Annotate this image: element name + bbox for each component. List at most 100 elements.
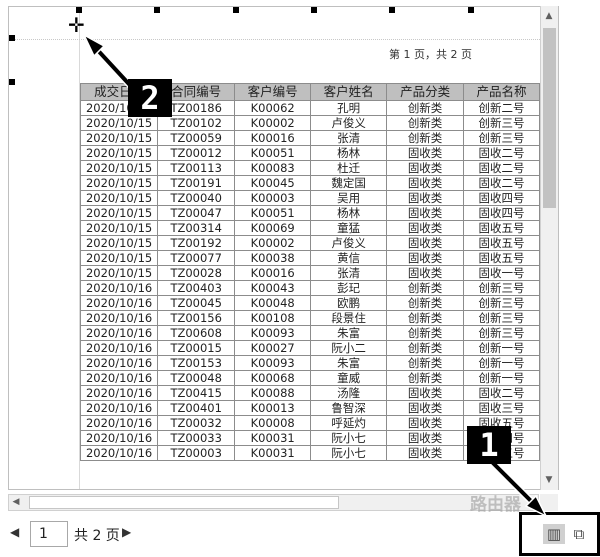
margin-handle[interactable] — [311, 7, 317, 13]
table-cell: 固收四号 — [463, 205, 540, 221]
margin-handle[interactable] — [468, 7, 474, 13]
table-cell: 2020/10/16 — [79, 355, 159, 371]
table-cell: 2020/10/15 — [79, 205, 159, 221]
table-cell: 创新一号 — [463, 355, 540, 371]
table-row: 2020/10/16 TZ00401 K00013 鲁智深 固收类 固收三号 — [79, 400, 540, 416]
table-cell: 2020/10/16 — [79, 415, 159, 431]
table-cell: K00083 — [234, 160, 312, 176]
horizontal-scrollbar[interactable]: ◀ — [8, 494, 539, 511]
table-row: 2020/10/15 TZ00040 K00003 吴用 固收类 固收四号 — [79, 190, 540, 206]
scroll-down-icon[interactable]: ▼ — [541, 472, 557, 488]
table-cell: 创新类 — [386, 130, 465, 146]
table-cell: 2020/10/16 — [79, 445, 159, 461]
table-cell: K00002 — [234, 235, 312, 251]
table-cell: 张清 — [310, 265, 388, 281]
table-cell: K00008 — [234, 415, 312, 431]
table-cell: 固收三号 — [463, 400, 540, 416]
table-cell: 童猛 — [310, 220, 388, 236]
table-cell: 2020/10/15 — [79, 115, 159, 131]
preview-table: 成交日期 合同编号 客户编号 客户姓名 产品分类 产品名称 2020/10/15 TZ001… — [79, 83, 540, 461]
table-cell: K00093 — [234, 325, 312, 341]
table-cell: 固收二号 — [463, 385, 540, 401]
vertical-scrollbar[interactable]: ▲ ▼ — [540, 6, 558, 490]
table-cell: 2020/10/15 — [79, 175, 159, 191]
table-cell: 段景住 — [310, 310, 388, 326]
table-cell: TZ00047 — [157, 205, 236, 221]
table-cell: 卢俊义 — [310, 115, 388, 131]
table-cell: 卢俊义 — [310, 235, 388, 251]
table-cell: 创新类 — [386, 295, 465, 311]
table-cell: K00027 — [234, 340, 312, 356]
column-header: 客户姓名 — [310, 83, 388, 101]
table-cell: 吴用 — [310, 190, 388, 206]
table-cell: 创新三号 — [463, 115, 540, 131]
triangle-right-icon[interactable]: ▶ — [122, 525, 131, 539]
table-cell: 固收类 — [386, 190, 465, 206]
callout-one: 1 — [467, 426, 511, 464]
triangle-left-icon[interactable]: ◀ — [10, 525, 19, 539]
table-cell: K00062 — [234, 100, 312, 116]
table-cell: K00051 — [234, 145, 312, 161]
table-cell: TZ00403 — [157, 280, 236, 296]
table-cell: 朱富 — [310, 355, 388, 371]
table-cell: 固收类 — [386, 250, 465, 266]
table-cell: 固收五号 — [463, 250, 540, 266]
table-cell: TZ00314 — [157, 220, 236, 236]
table-cell: 创新类 — [386, 355, 465, 371]
horizontal-scroll-thumb[interactable] — [29, 496, 339, 509]
table-row: 2020/10/16 TZ00015 K00027 阮小二 创新类 创新一号 — [79, 340, 540, 356]
table-cell: 2020/10/16 — [79, 385, 159, 401]
table-row: 2020/10/16 TZ00153 K00093 朱富 创新类 创新一号 — [79, 355, 540, 371]
table-cell: 杨林 — [310, 205, 388, 221]
table-cell: 鲁智深 — [310, 400, 388, 416]
table-cell: 2020/10/15 — [79, 250, 159, 266]
table-cell: 固收五号 — [463, 220, 540, 236]
table-cell: 2020/10/16 — [79, 280, 159, 296]
table-cell: 创新类 — [386, 280, 465, 296]
vertical-scroll-thumb[interactable] — [543, 28, 556, 208]
table-cell: 创新类 — [386, 370, 465, 386]
table-cell: TZ00015 — [157, 340, 236, 356]
table-row: 2020/10/15 TZ00077 K00038 黄信 固收类 固收五号 — [79, 250, 540, 266]
column-header: 客户编号 — [234, 83, 312, 101]
table-cell: 固收类 — [386, 220, 465, 236]
table-cell: 2020/10/16 — [79, 430, 159, 446]
table-row: 2020/10/15 TZ00047 K00051 杨林 固收类 固收四号 — [79, 205, 540, 221]
table-cell: TZ00028 — [157, 265, 236, 281]
table-cell: 2020/10/15 — [79, 190, 159, 206]
table-cell: 创新二号 — [463, 100, 540, 116]
table-cell: 固收五号 — [463, 235, 540, 251]
table-cell: 2020/10/15 — [79, 145, 159, 161]
table-cell: TZ00156 — [157, 310, 236, 326]
page-number-header: 第 1 页，共 2 页 — [389, 48, 472, 61]
scroll-left-icon[interactable]: ◀ — [9, 495, 23, 510]
table-row: 2020/10/16 TZ00608 K00093 朱富 创新类 创新三号 — [79, 325, 540, 341]
table-cell: 固收二号 — [463, 175, 540, 191]
table-cell: TZ00003 — [157, 445, 236, 461]
table-cell: 固收类 — [386, 205, 465, 221]
margin-handle[interactable] — [233, 7, 239, 13]
table-cell: 创新三号 — [463, 325, 540, 341]
table-cell: TZ00192 — [157, 235, 236, 251]
table-cell: 固收类 — [386, 175, 465, 191]
table-row: 2020/10/16 TZ00415 K00088 汤隆 固收类 固收二号 — [79, 385, 540, 401]
margin-handle[interactable] — [154, 7, 160, 13]
single-page-view-icon[interactable]: ▥ — [543, 524, 565, 544]
table-cell: 固收二号 — [463, 145, 540, 161]
table-cell: 创新一号 — [463, 340, 540, 356]
table-cell: 2020/10/16 — [79, 295, 159, 311]
margin-handle[interactable] — [9, 79, 15, 85]
table-cell: 魏定国 — [310, 175, 388, 191]
table-cell: 杨林 — [310, 145, 388, 161]
table-cell: 固收类 — [386, 400, 465, 416]
multi-page-view-icon[interactable]: ⧉ — [568, 524, 590, 544]
table-cell: 2020/10/16 — [79, 310, 159, 326]
table-cell: 创新三号 — [463, 295, 540, 311]
margin-handle[interactable] — [9, 35, 15, 41]
table-row: 2020/10/15 TZ00102 K00002 卢俊义 创新类 创新三号 — [79, 115, 540, 131]
margin-handle[interactable] — [389, 7, 395, 13]
table-cell: 固收类 — [386, 445, 465, 461]
current-page-input[interactable] — [30, 521, 68, 547]
table-cell: TZ00077 — [157, 250, 236, 266]
scroll-up-icon[interactable]: ▲ — [541, 8, 557, 24]
